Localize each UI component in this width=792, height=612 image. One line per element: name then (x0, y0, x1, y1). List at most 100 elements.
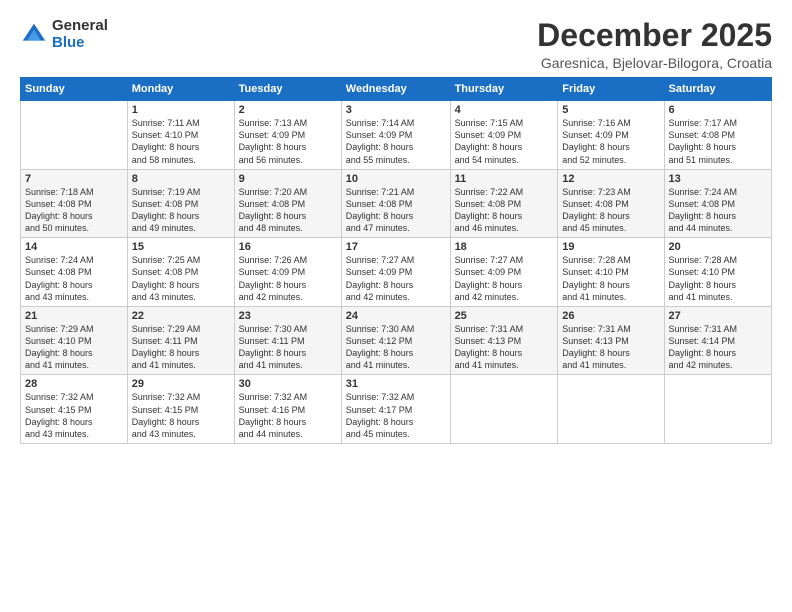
day-number: 17 (346, 241, 446, 253)
weekday-header-row: Sunday Monday Tuesday Wednesday Thursday… (21, 78, 772, 101)
calendar-cell: 29Sunrise: 7:32 AM Sunset: 4:15 PM Dayli… (127, 375, 234, 444)
day-number: 5 (562, 104, 659, 116)
day-info: Sunrise: 7:32 AM Sunset: 4:17 PM Dayligh… (346, 391, 446, 440)
day-info: Sunrise: 7:19 AM Sunset: 4:08 PM Dayligh… (132, 186, 230, 235)
day-number: 9 (239, 173, 337, 185)
day-info: Sunrise: 7:32 AM Sunset: 4:15 PM Dayligh… (132, 391, 230, 440)
day-info: Sunrise: 7:23 AM Sunset: 4:08 PM Dayligh… (562, 186, 659, 235)
day-info: Sunrise: 7:11 AM Sunset: 4:10 PM Dayligh… (132, 117, 230, 166)
day-number: 23 (239, 310, 337, 322)
day-number: 18 (455, 241, 554, 253)
day-info: Sunrise: 7:30 AM Sunset: 4:11 PM Dayligh… (239, 323, 337, 372)
logo-text: General Blue (52, 18, 108, 51)
day-info: Sunrise: 7:27 AM Sunset: 4:09 PM Dayligh… (346, 254, 446, 303)
day-number: 8 (132, 173, 230, 185)
calendar-cell: 24Sunrise: 7:30 AM Sunset: 4:12 PM Dayli… (341, 306, 450, 375)
calendar-cell: 4Sunrise: 7:15 AM Sunset: 4:09 PM Daylig… (450, 101, 558, 170)
title-block: December 2025 Garesnica, Bjelovar-Bilogo… (537, 18, 772, 71)
day-info: Sunrise: 7:17 AM Sunset: 4:08 PM Dayligh… (669, 117, 767, 166)
calendar-cell: 17Sunrise: 7:27 AM Sunset: 4:09 PM Dayli… (341, 238, 450, 307)
day-info: Sunrise: 7:31 AM Sunset: 4:14 PM Dayligh… (669, 323, 767, 372)
day-number: 1 (132, 104, 230, 116)
calendar-cell: 14Sunrise: 7:24 AM Sunset: 4:08 PM Dayli… (21, 238, 128, 307)
day-number: 27 (669, 310, 767, 322)
calendar-week-row-3: 14Sunrise: 7:24 AM Sunset: 4:08 PM Dayli… (21, 238, 772, 307)
logo: General Blue (20, 18, 108, 51)
calendar-cell: 11Sunrise: 7:22 AM Sunset: 4:08 PM Dayli… (450, 169, 558, 238)
calendar-cell: 15Sunrise: 7:25 AM Sunset: 4:08 PM Dayli… (127, 238, 234, 307)
day-info: Sunrise: 7:21 AM Sunset: 4:08 PM Dayligh… (346, 186, 446, 235)
header-monday: Monday (127, 78, 234, 101)
day-number: 12 (562, 173, 659, 185)
day-info: Sunrise: 7:13 AM Sunset: 4:09 PM Dayligh… (239, 117, 337, 166)
calendar-cell: 18Sunrise: 7:27 AM Sunset: 4:09 PM Dayli… (450, 238, 558, 307)
day-info: Sunrise: 7:31 AM Sunset: 4:13 PM Dayligh… (562, 323, 659, 372)
month-title: December 2025 (537, 18, 772, 53)
calendar-cell (664, 375, 771, 444)
calendar-cell: 20Sunrise: 7:28 AM Sunset: 4:10 PM Dayli… (664, 238, 771, 307)
day-info: Sunrise: 7:32 AM Sunset: 4:16 PM Dayligh… (239, 391, 337, 440)
header-thursday: Thursday (450, 78, 558, 101)
calendar-cell: 23Sunrise: 7:30 AM Sunset: 4:11 PM Dayli… (234, 306, 341, 375)
day-number: 26 (562, 310, 659, 322)
day-number: 21 (25, 310, 123, 322)
calendar-cell: 2Sunrise: 7:13 AM Sunset: 4:09 PM Daylig… (234, 101, 341, 170)
day-number: 22 (132, 310, 230, 322)
day-number: 14 (25, 241, 123, 253)
calendar-cell: 21Sunrise: 7:29 AM Sunset: 4:10 PM Dayli… (21, 306, 128, 375)
calendar-cell: 22Sunrise: 7:29 AM Sunset: 4:11 PM Dayli… (127, 306, 234, 375)
logo-blue-text: Blue (52, 35, 108, 52)
day-info: Sunrise: 7:18 AM Sunset: 4:08 PM Dayligh… (25, 186, 123, 235)
calendar-cell: 10Sunrise: 7:21 AM Sunset: 4:08 PM Dayli… (341, 169, 450, 238)
day-number: 13 (669, 173, 767, 185)
day-number: 25 (455, 310, 554, 322)
day-number: 11 (455, 173, 554, 185)
header-tuesday: Tuesday (234, 78, 341, 101)
calendar-cell: 16Sunrise: 7:26 AM Sunset: 4:09 PM Dayli… (234, 238, 341, 307)
day-number: 7 (25, 173, 123, 185)
day-info: Sunrise: 7:20 AM Sunset: 4:08 PM Dayligh… (239, 186, 337, 235)
header-sunday: Sunday (21, 78, 128, 101)
calendar-cell: 8Sunrise: 7:19 AM Sunset: 4:08 PM Daylig… (127, 169, 234, 238)
calendar-cell: 12Sunrise: 7:23 AM Sunset: 4:08 PM Dayli… (558, 169, 664, 238)
calendar-cell: 28Sunrise: 7:32 AM Sunset: 4:15 PM Dayli… (21, 375, 128, 444)
day-info: Sunrise: 7:29 AM Sunset: 4:11 PM Dayligh… (132, 323, 230, 372)
logo-icon (20, 21, 48, 49)
day-number: 29 (132, 378, 230, 390)
calendar-week-row-5: 28Sunrise: 7:32 AM Sunset: 4:15 PM Dayli… (21, 375, 772, 444)
day-info: Sunrise: 7:24 AM Sunset: 4:08 PM Dayligh… (669, 186, 767, 235)
day-info: Sunrise: 7:26 AM Sunset: 4:09 PM Dayligh… (239, 254, 337, 303)
calendar-table: Sunday Monday Tuesday Wednesday Thursday… (20, 77, 772, 444)
day-info: Sunrise: 7:22 AM Sunset: 4:08 PM Dayligh… (455, 186, 554, 235)
calendar-cell: 25Sunrise: 7:31 AM Sunset: 4:13 PM Dayli… (450, 306, 558, 375)
day-number: 4 (455, 104, 554, 116)
calendar-cell: 13Sunrise: 7:24 AM Sunset: 4:08 PM Dayli… (664, 169, 771, 238)
calendar-week-row-2: 7Sunrise: 7:18 AM Sunset: 4:08 PM Daylig… (21, 169, 772, 238)
day-info: Sunrise: 7:24 AM Sunset: 4:08 PM Dayligh… (25, 254, 123, 303)
day-info: Sunrise: 7:28 AM Sunset: 4:10 PM Dayligh… (669, 254, 767, 303)
day-info: Sunrise: 7:30 AM Sunset: 4:12 PM Dayligh… (346, 323, 446, 372)
calendar-cell: 19Sunrise: 7:28 AM Sunset: 4:10 PM Dayli… (558, 238, 664, 307)
day-info: Sunrise: 7:31 AM Sunset: 4:13 PM Dayligh… (455, 323, 554, 372)
logo-general-text: General (52, 18, 108, 35)
day-number: 24 (346, 310, 446, 322)
calendar-week-row-4: 21Sunrise: 7:29 AM Sunset: 4:10 PM Dayli… (21, 306, 772, 375)
calendar-cell: 27Sunrise: 7:31 AM Sunset: 4:14 PM Dayli… (664, 306, 771, 375)
calendar-cell: 26Sunrise: 7:31 AM Sunset: 4:13 PM Dayli… (558, 306, 664, 375)
header-friday: Friday (558, 78, 664, 101)
calendar-cell (558, 375, 664, 444)
day-info: Sunrise: 7:16 AM Sunset: 4:09 PM Dayligh… (562, 117, 659, 166)
calendar-cell (450, 375, 558, 444)
day-info: Sunrise: 7:27 AM Sunset: 4:09 PM Dayligh… (455, 254, 554, 303)
calendar-week-row-1: 1Sunrise: 7:11 AM Sunset: 4:10 PM Daylig… (21, 101, 772, 170)
calendar-cell (21, 101, 128, 170)
calendar-cell: 30Sunrise: 7:32 AM Sunset: 4:16 PM Dayli… (234, 375, 341, 444)
day-info: Sunrise: 7:32 AM Sunset: 4:15 PM Dayligh… (25, 391, 123, 440)
header: General Blue December 2025 Garesnica, Bj… (20, 18, 772, 71)
calendar-cell: 6Sunrise: 7:17 AM Sunset: 4:08 PM Daylig… (664, 101, 771, 170)
day-info: Sunrise: 7:15 AM Sunset: 4:09 PM Dayligh… (455, 117, 554, 166)
day-number: 3 (346, 104, 446, 116)
day-number: 30 (239, 378, 337, 390)
day-number: 15 (132, 241, 230, 253)
day-info: Sunrise: 7:14 AM Sunset: 4:09 PM Dayligh… (346, 117, 446, 166)
